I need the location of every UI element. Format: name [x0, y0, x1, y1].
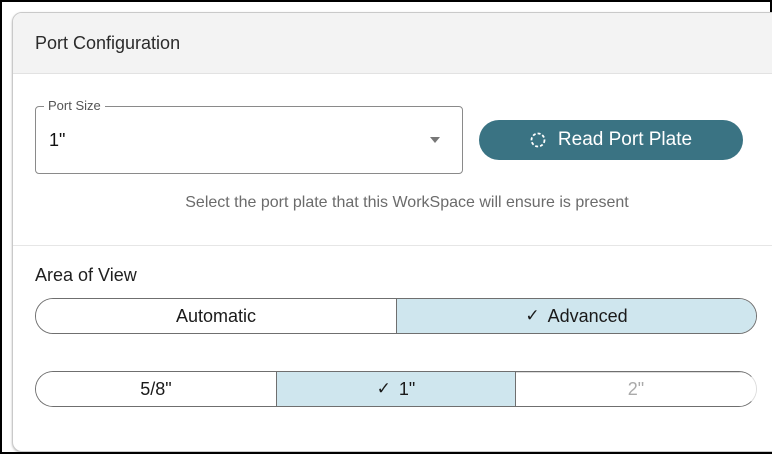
- size-option-1-label: 1": [398, 378, 416, 399]
- port-plate-hint: Select the port plate that this WorkSpac…: [185, 194, 629, 211]
- option-automatic-label: Automatic: [175, 305, 257, 326]
- section-divider: [13, 245, 772, 246]
- read-port-plate-label: Read Port Plate: [557, 129, 693, 150]
- port-size-value: 1": [49, 130, 66, 150]
- card-header: Port Configuration: [13, 13, 772, 74]
- port-size-select[interactable]: Port Size 1": [35, 98, 463, 174]
- size-option-5-8-label: 5/8": [140, 378, 172, 399]
- card-title: Port Configuration: [35, 33, 181, 53]
- size-option-1[interactable]: ✓ 1": [275, 372, 516, 406]
- option-advanced[interactable]: ✓ Advanced: [396, 299, 756, 333]
- checkmark-icon: ✓: [376, 379, 391, 398]
- port-size-label: Port Size: [44, 98, 105, 113]
- size-option-2-label: 2": [627, 379, 645, 399]
- dashed-circle-icon: [530, 132, 546, 148]
- window-frame: Port Configuration Port Size 1" Read Por…: [0, 0, 772, 454]
- dropdown-arrow-icon: [430, 137, 440, 143]
- read-port-plate-button[interactable]: Read Port Plate: [479, 120, 743, 160]
- checkmark-icon: ✓: [525, 306, 540, 325]
- port-configuration-card: Port Configuration Port Size 1" Read Por…: [12, 12, 772, 452]
- area-of-view-label: Area of View: [35, 265, 137, 285]
- option-advanced-label: Advanced: [547, 305, 628, 326]
- area-of-view-toggle: Automatic ✓ Advanced: [35, 298, 757, 334]
- port-size-toggle: 5/8" ✓ 1" 2": [35, 371, 757, 407]
- option-automatic[interactable]: Automatic: [36, 299, 396, 333]
- size-option-2: 2": [515, 372, 756, 406]
- size-option-5-8[interactable]: 5/8": [36, 372, 276, 406]
